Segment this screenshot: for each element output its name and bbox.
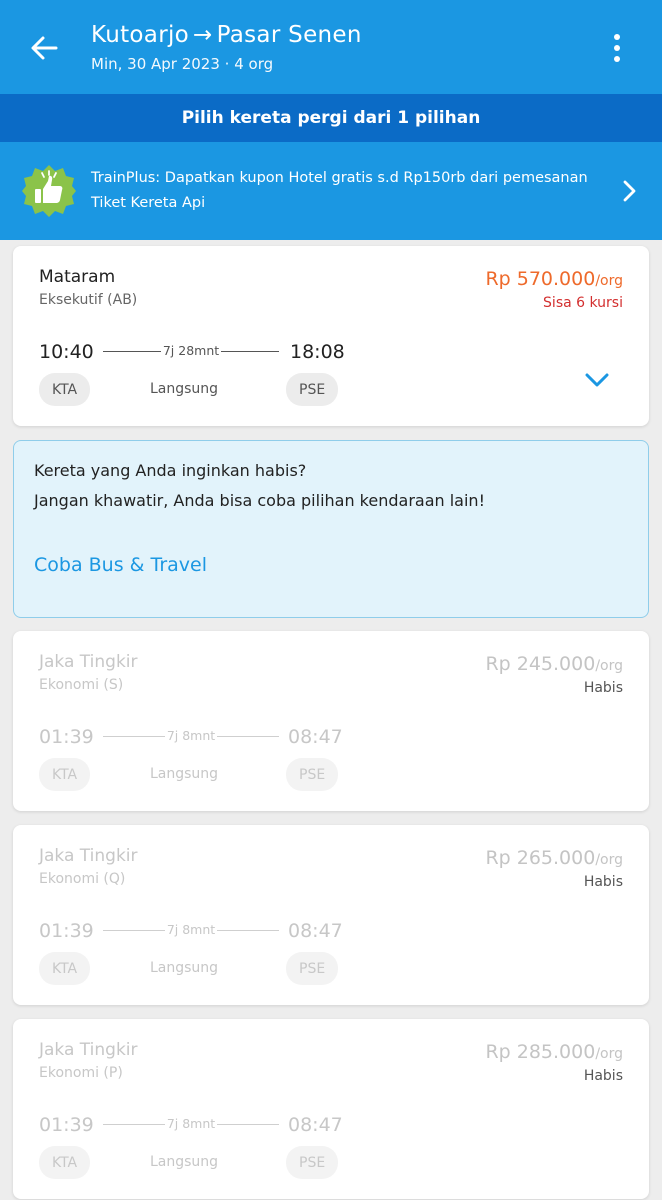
origin-code: KTA [39,373,91,406]
price-unit: /org [595,852,623,868]
back-button[interactable] [22,26,66,70]
duration: 7j 28mnt [160,343,222,358]
arrow-left-icon [31,36,58,60]
info-line-2: Jangan khawatir, Anda bisa coba pilihan … [34,491,485,510]
train-name: Jaka Tingkir [39,846,138,866]
sold-out-info-box: Kereta yang Anda inginkan habis? Jangan … [13,440,649,618]
train-class: Ekonomi (P) [39,1065,123,1081]
app-bar: Kutoarjo → Pasar Senen Min, 30 Apr 2023 · … [0,0,662,94]
train-price: Rp 285.000/org [485,1041,623,1063]
origin-code: KTA [39,952,91,985]
trip-type: Langsung [149,381,219,397]
chevron-down-icon [585,373,609,387]
train-price: Rp 570.000/org [485,268,623,290]
route-arrow: → [193,22,213,48]
destination-code: PSE [286,1146,339,1179]
train-card[interactable]: Mataram Eksekutif (AB) Rp 570.000/org Si… [13,246,649,426]
train-class: Ekonomi (S) [39,677,124,693]
depart-time: 01:39 [39,1114,94,1136]
train-card[interactable]: Jaka Tingkir Ekonomi (Q) Rp 265.000/org … [13,825,649,1005]
arrive-time: 08:47 [288,1114,343,1136]
trip-type: Langsung [149,766,219,782]
trip-subtitle: Min, 30 Apr 2023 · 4 org [91,55,274,73]
train-name: Jaka Tingkir [39,1040,138,1060]
depart-time: 10:40 [39,341,94,363]
depart-time: 01:39 [39,920,94,942]
price-value: Rp 245.000 [485,653,596,675]
origin-station: Kutoarjo [91,22,190,48]
destination-code: PSE [286,952,339,985]
train-card[interactable]: Jaka Tingkir Ekonomi (S) Rp 245.000/org … [13,631,649,811]
route-title: Kutoarjo → Pasar Senen [91,22,362,48]
trip-type: Langsung [149,960,219,976]
thumbs-up-badge-icon [22,165,76,217]
price-unit: /org [595,1046,623,1062]
expand-button[interactable] [579,364,615,396]
train-card[interactable]: Jaka Tingkir Ekonomi (P) Rp 285.000/org … [13,1019,649,1199]
destination-code: PSE [286,373,339,406]
destination-code: PSE [286,758,339,791]
price-unit: /org [595,273,623,289]
destination-station: Pasar Senen [216,22,362,48]
train-name: Mataram [39,267,116,287]
trip-type: Langsung [149,1154,219,1170]
train-class: Ekonomi (Q) [39,871,126,887]
try-bus-travel-link[interactable]: Coba Bus & Travel [34,554,207,576]
depart-time: 01:39 [39,726,94,748]
chevron-right-icon [623,180,636,202]
duration: 7j 8mnt [164,1116,218,1131]
price-value: Rp 570.000 [485,268,596,290]
selection-banner: Pilih kereta pergi dari 1 pilihan [0,94,662,142]
train-class: Eksekutif (AB) [39,292,138,308]
arrive-time: 18:08 [290,341,345,363]
price-unit: /org [595,658,623,674]
info-line-1: Kereta yang Anda inginkan habis? [34,461,307,480]
train-price: Rp 265.000/org [485,847,623,869]
arrive-time: 08:47 [288,920,343,942]
more-vertical-icon[interactable] [600,26,634,70]
price-value: Rp 285.000 [485,1041,596,1063]
duration: 7j 8mnt [164,728,218,743]
duration: 7j 8mnt [164,922,218,937]
sold-out-status: Habis [583,680,623,696]
train-price: Rp 245.000/org [485,653,623,675]
origin-code: KTA [39,758,91,791]
promo-banner[interactable]: TrainPlus: Dapatkan kupon Hotel gratis s… [0,142,662,240]
promo-text: TrainPlus: Dapatkan kupon Hotel gratis s… [91,170,588,211]
origin-code: KTA [39,1146,91,1179]
sold-out-status: Habis [583,1068,623,1084]
arrive-time: 08:47 [288,726,343,748]
price-value: Rp 265.000 [485,847,596,869]
train-name: Jaka Tingkir [39,652,138,672]
sold-out-status: Habis [583,874,623,890]
seats-left: Sisa 6 kursi [543,295,623,311]
promo-chevron-button[interactable] [612,174,646,208]
